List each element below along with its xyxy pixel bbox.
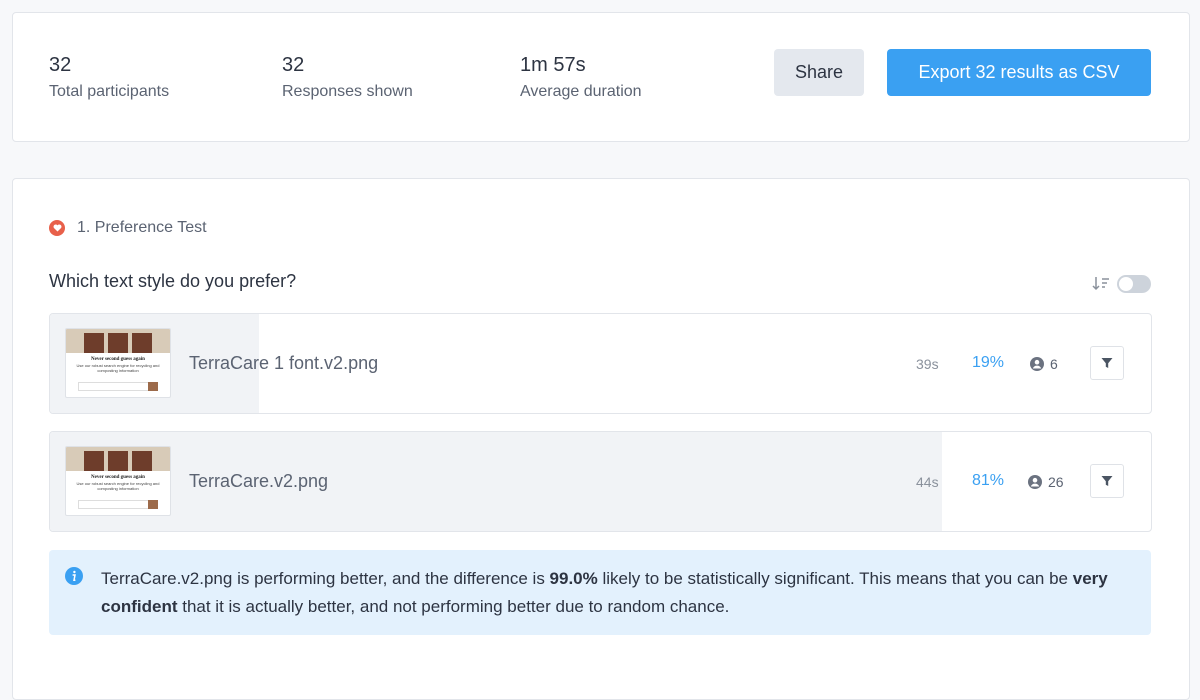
stat-label: Average duration — [520, 83, 642, 100]
option-time: 39s — [916, 356, 939, 372]
option-time: 44s — [916, 474, 939, 490]
stat-label: Responses shown — [282, 83, 413, 100]
stats-card: 32 Total participants 32 Responses shown… — [12, 12, 1190, 142]
info-icon — [65, 567, 83, 585]
sort-toggle[interactable] — [1117, 275, 1151, 293]
option-count: 26 — [1048, 474, 1064, 490]
section-header: 1. Preference Test — [49, 219, 207, 237]
option-thumbnail[interactable]: Never second guess again Use our robust … — [65, 446, 171, 516]
option-participants: 6 — [1030, 356, 1058, 372]
option-percent-bar — [50, 432, 942, 531]
option-row: Never second guess again Use our robust … — [49, 431, 1152, 532]
thumbnail-title: Never second guess again — [91, 475, 145, 480]
option-thumbnail[interactable]: Never second guess again Use our robust … — [65, 328, 171, 398]
significance-text: TerraCare.v2.png is performing better, a… — [101, 569, 1108, 616]
option-participants: 26 — [1028, 474, 1064, 490]
filter-icon — [1101, 358, 1113, 368]
stat-value: 1m 57s — [520, 54, 586, 76]
stat-average-duration: 1m 57s Average duration — [520, 53, 642, 101]
option-percent: 19% — [972, 354, 1005, 371]
option-name: TerraCare.v2.png — [189, 471, 329, 491]
option-count: 6 — [1050, 356, 1058, 372]
filter-icon — [1101, 476, 1113, 486]
share-button[interactable]: Share — [774, 49, 864, 96]
option-name: TerraCare 1 font.v2.png — [189, 353, 379, 373]
export-csv-button[interactable]: Export 32 results as CSV — [887, 49, 1151, 96]
question-card: 1. Preference Test Which text style do y… — [12, 178, 1190, 700]
option-percent: 81% — [972, 472, 1005, 489]
stat-value: 32 — [282, 54, 305, 76]
user-icon — [1028, 475, 1042, 489]
thumbnail-text: Use our robust search engine for recycli… — [76, 481, 160, 491]
thumbnail-title: Never second guess again — [91, 357, 145, 362]
section-title: 1. Preference Test — [77, 219, 207, 236]
filter-button[interactable] — [1090, 464, 1124, 498]
filter-button[interactable] — [1090, 346, 1124, 380]
heart-icon — [49, 220, 65, 236]
option-row: Never second guess again Use our robust … — [49, 313, 1152, 414]
stat-total-participants: 32 Total participants — [49, 53, 169, 101]
thumbnail-text: Use our robust search engine for recycli… — [76, 363, 160, 373]
stat-value: 32 — [49, 54, 72, 76]
sort-icon[interactable] — [1092, 275, 1110, 293]
stat-label: Total participants — [49, 83, 170, 100]
stat-responses-shown: 32 Responses shown — [282, 53, 413, 101]
significance-info-box: TerraCare.v2.png is performing better, a… — [49, 550, 1151, 635]
question-text: Which text style do you prefer? — [49, 271, 297, 291]
user-icon — [1030, 357, 1044, 371]
